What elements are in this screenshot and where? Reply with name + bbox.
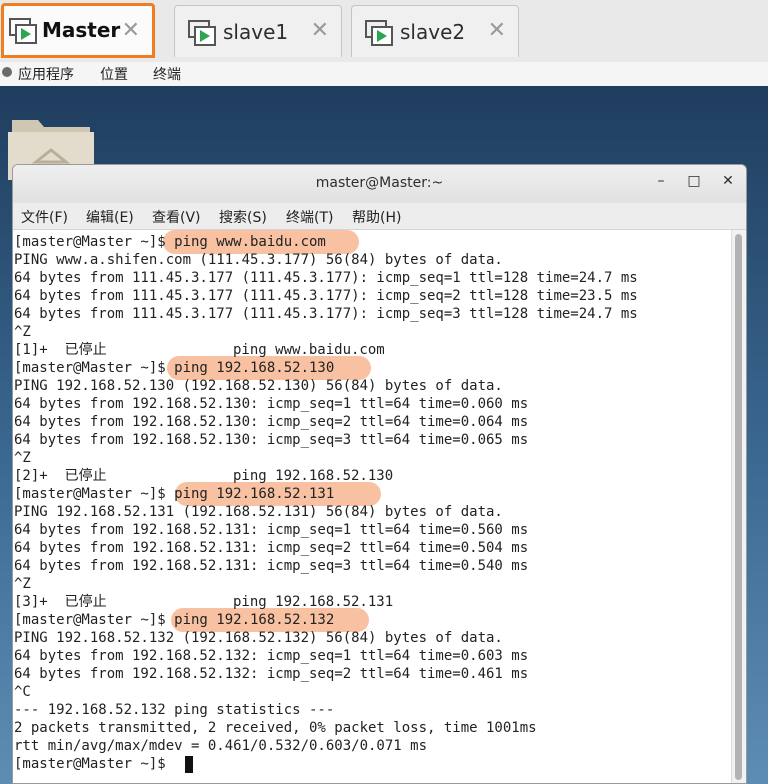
terminal-line: 64 bytes from 111.45.3.177 (111.45.3.177… [14, 288, 638, 304]
vm-console-icon [9, 18, 37, 44]
terminal-line: [master@Master ~]$ ping www.baidu.com [14, 234, 326, 250]
terminal-line: 64 bytes from 192.168.52.132: icmp_seq=1… [14, 648, 529, 664]
tab-label: Master [42, 18, 121, 42]
terminal-line: [master@Master ~]$ ping 192.168.52.131 [14, 486, 335, 502]
window-title: master@Master:~ [315, 175, 444, 191]
terminal-line: ^C [14, 684, 31, 700]
terminal-line: 64 bytes from 192.168.52.131: icmp_seq=2… [14, 540, 529, 556]
terminal-prompt: [master@Master ~]$ [14, 756, 175, 772]
close-button[interactable]: ✕ [718, 173, 738, 189]
window-titlebar[interactable]: master@Master:~ – □ ✕ [13, 165, 746, 204]
terminal-line: --- 192.168.52.132 ping statistics --- [14, 702, 335, 718]
maximize-button[interactable]: □ [684, 173, 704, 189]
applications-menu[interactable]: 应用程序 [18, 64, 74, 84]
terminal-line: PING www.a.shifen.com (111.45.3.177) 56(… [14, 252, 503, 268]
tab-slave1[interactable]: slave1 ✕ [174, 5, 342, 57]
scrollbar-thumb[interactable] [735, 234, 742, 780]
minimize-button[interactable]: – [651, 173, 671, 189]
menu-edit[interactable]: 编辑(E) [86, 207, 134, 227]
terminal-line: [master@Master ~]$ ping 192.168.52.130 [14, 360, 335, 376]
terminal-line: PING 192.168.52.130 (192.168.52.130) 56(… [14, 378, 503, 394]
menu-terminal[interactable]: 终端(T) [286, 207, 333, 227]
tab-slave2[interactable]: slave2 ✕ [351, 5, 519, 57]
vm-console-icon [188, 20, 216, 46]
vm-console-icon [365, 20, 393, 46]
terminal-line: PING 192.168.52.131 (192.168.52.131) 56(… [14, 504, 503, 520]
terminal-menubar: 文件(F) 编辑(E) 查看(V) 搜索(S) 终端(T) 帮助(H) [13, 203, 746, 230]
menu-view[interactable]: 查看(V) [152, 207, 201, 227]
terminal-menu[interactable]: 终端 [153, 64, 181, 84]
terminal-window: master@Master:~ – □ ✕ 文件(F) 编辑(E) 查看(V) … [12, 164, 747, 784]
text-cursor [185, 756, 193, 773]
terminal-line: ^Z [14, 450, 31, 466]
terminal-line: [master@Master ~]$ ping 192.168.52.132 [14, 612, 335, 628]
terminal-line: 64 bytes from 111.45.3.177 (111.45.3.177… [14, 270, 638, 286]
terminal-output[interactable]: [master@Master ~]$ ping www.baidu.com PI… [13, 230, 733, 783]
terminal-line: 64 bytes from 192.168.52.131: icmp_seq=1… [14, 522, 529, 538]
terminal-line: 64 bytes from 192.168.52.130: icmp_seq=3… [14, 432, 529, 448]
terminal-line: [1]+ 已停止 ping www.baidu.com [14, 342, 385, 358]
tab-label: slave1 [223, 20, 289, 44]
terminal-line: 64 bytes from 192.168.52.130: icmp_seq=2… [14, 414, 529, 430]
terminal-line: PING 192.168.52.132 (192.168.52.132) 56(… [14, 630, 503, 646]
menu-search[interactable]: 搜索(S) [219, 207, 267, 227]
terminal-line: ^Z [14, 576, 31, 592]
vm-tab-bar: Master ✕ slave1 ✕ slave2 ✕ [0, 0, 768, 62]
tab-label: slave2 [400, 20, 466, 44]
terminal-line: ^Z [14, 324, 31, 340]
terminal-line: 2 packets transmitted, 2 received, 0% pa… [14, 720, 537, 736]
apps-menu-icon [0, 64, 14, 84]
close-icon[interactable]: ✕ [488, 20, 506, 42]
tab-master[interactable]: Master ✕ [1, 3, 155, 58]
close-icon[interactable]: ✕ [122, 20, 140, 42]
scrollbar[interactable] [731, 230, 746, 783]
menu-help[interactable]: 帮助(H) [352, 207, 401, 227]
terminal-line: [3]+ 已停止 ping 192.168.52.131 [14, 594, 394, 610]
terminal-line: 64 bytes from 111.45.3.177 (111.45.3.177… [14, 306, 638, 322]
places-menu[interactable]: 位置 [100, 64, 128, 84]
terminal-line: 64 bytes from 192.168.52.130: icmp_seq=1… [14, 396, 529, 412]
terminal-line: [2]+ 已停止 ping 192.168.52.130 [14, 468, 394, 484]
terminal-line: 64 bytes from 192.168.52.131: icmp_seq=3… [14, 558, 529, 574]
terminal-line: 64 bytes from 192.168.52.132: icmp_seq=2… [14, 666, 529, 682]
close-icon[interactable]: ✕ [311, 20, 329, 42]
gnome-top-bar: 应用程序 位置 终端 [0, 62, 768, 87]
terminal-line: rtt min/avg/max/mdev = 0.461/0.532/0.603… [14, 738, 428, 754]
menu-file[interactable]: 文件(F) [21, 207, 68, 227]
